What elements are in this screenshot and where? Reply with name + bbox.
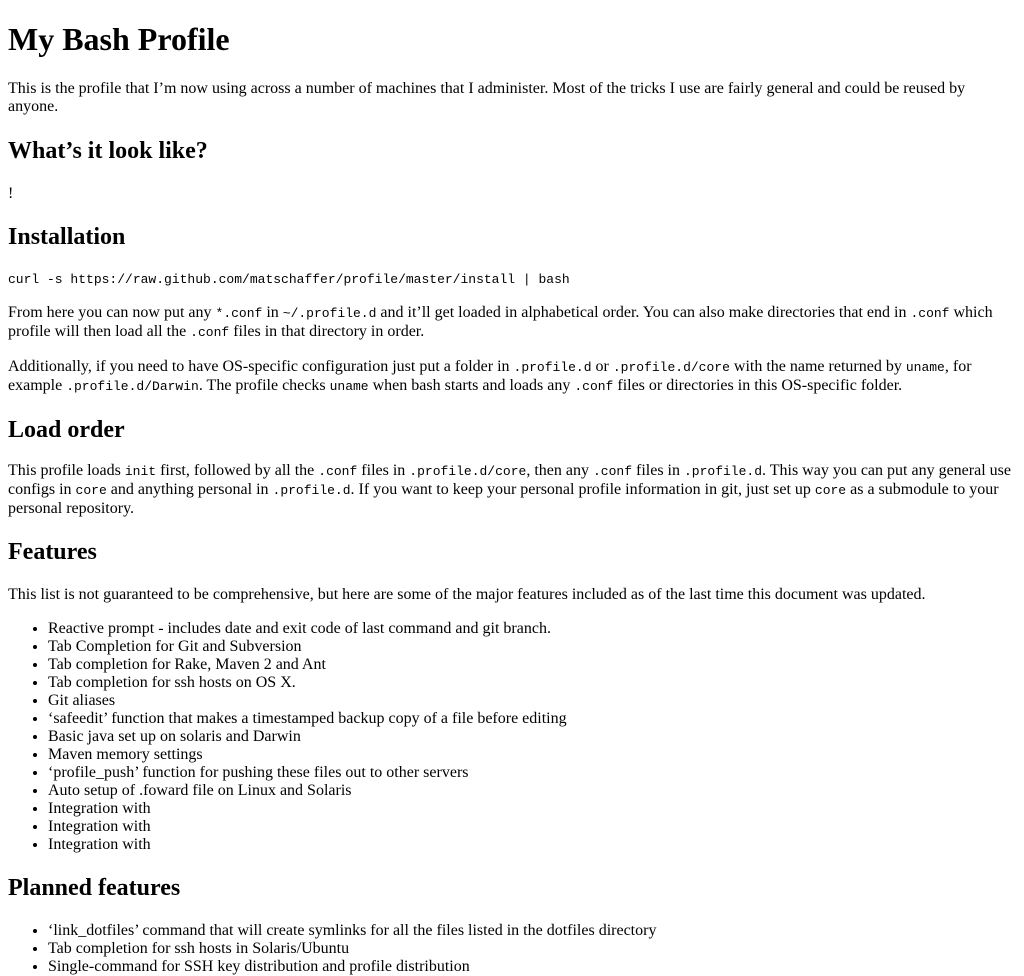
list-item: Integration with — [48, 818, 1016, 836]
heading-look: What’s it look like? — [8, 138, 208, 164]
list-item: ‘link_dotfiles’ command that will create… — [48, 922, 1016, 940]
list-item: Git aliases — [48, 692, 1016, 710]
heading-planned-features: Planned features — [8, 875, 181, 901]
list-item: Reactive prompt - includes date and exit… — [48, 620, 1016, 638]
heading-features: Features — [8, 539, 97, 565]
list-item: Basic java set up on solaris and Darwin — [48, 728, 1016, 746]
features-list: Reactive prompt - includes date and exit… — [8, 620, 1016, 854]
list-item: ‘safeedit’ function that makes a timesta… — [48, 710, 1016, 728]
list-item: Maven memory settings — [48, 746, 1016, 764]
page-title: My Bash Profile — [8, 21, 230, 57]
intro-paragraph: This is the profile that I’m now using a… — [8, 80, 966, 115]
list-item: Tab completion for Rake, Maven 2 and Ant — [48, 656, 1016, 674]
list-item: Auto setup of .foward file on Linux and … — [48, 782, 1016, 800]
list-item: Single-command for SSH key distribution … — [48, 958, 1016, 976]
list-item: Tab completion for ssh hosts in Solaris/… — [48, 940, 1016, 958]
features-intro: This list is not guaranteed to be compre… — [8, 586, 926, 603]
heading-load-order: Load order — [8, 417, 125, 443]
load-order-paragraph: This profile loads init first, followed … — [8, 462, 1011, 517]
list-item: Integration with — [48, 836, 1016, 854]
installation-paragraph-1: From here you can now put any *.conf in … — [8, 304, 993, 340]
look-text: ! — [8, 185, 14, 202]
document: My Bash Profile This is the profile that… — [0, 0, 1024, 976]
heading-installation: Installation — [8, 224, 126, 250]
list-item: ‘profile_push’ function for pushing thes… — [48, 764, 1016, 782]
install-command: curl -s https://raw.github.com/matschaff… — [8, 272, 570, 287]
installation-paragraph-2: Additionally, if you need to have OS-spe… — [8, 358, 972, 394]
planned-features-list: ‘link_dotfiles’ command that will create… — [8, 922, 1016, 976]
list-item: Tab Completion for Git and Subversion — [48, 638, 1016, 656]
list-item: Integration with — [48, 800, 1016, 818]
list-item: Tab completion for ssh hosts on OS X. — [48, 674, 1016, 692]
